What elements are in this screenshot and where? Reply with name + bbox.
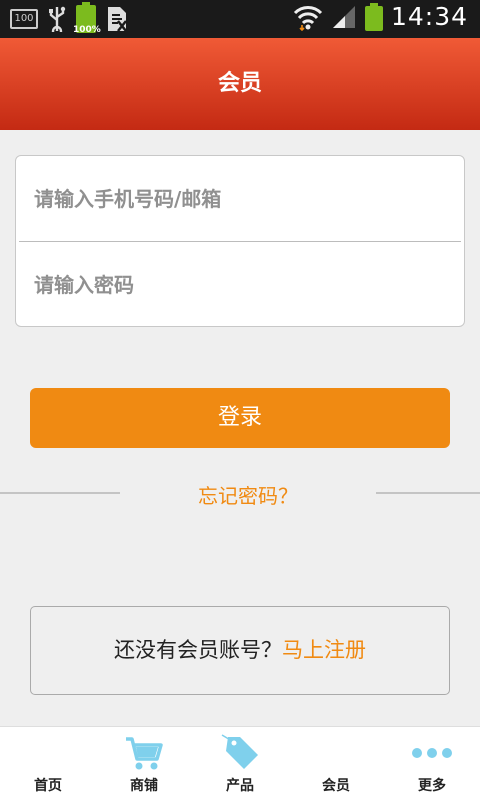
- login-form: [15, 155, 465, 327]
- app-header: 会员: [0, 38, 480, 130]
- password-field-wrapper: [16, 242, 464, 327]
- battery-small-label: 100%: [73, 25, 101, 35]
- tab-home-label: 首页: [34, 778, 62, 794]
- login-button[interactable]: 登录: [30, 388, 450, 448]
- bottom-tab-bar: 首页 商铺 产品 会员 更多: [0, 726, 480, 800]
- tab-products[interactable]: 产品: [192, 727, 288, 800]
- register-prompt: 还没有会员账号？: [114, 638, 282, 662]
- forgot-password-row: 忘记密码？: [0, 476, 480, 510]
- tab-shops[interactable]: 商铺: [96, 727, 192, 800]
- wifi-icon: [293, 5, 323, 31]
- tab-more[interactable]: 更多: [384, 727, 480, 800]
- tab-home[interactable]: 首页: [0, 727, 96, 800]
- signal-icon: [332, 5, 355, 28]
- tab-more-label: 更多: [418, 778, 446, 794]
- divider-right: [376, 492, 480, 494]
- usb-icon: [49, 6, 66, 32]
- tab-products-label: 产品: [226, 778, 254, 794]
- status-bar: 100 100% 14:34: [0, 0, 480, 38]
- document-icon: [108, 7, 127, 32]
- forgot-password-link[interactable]: 忘记密码？: [120, 480, 376, 509]
- status-left-icons: 100 100%: [10, 2, 128, 35]
- tab-member-label: 会员: [322, 778, 350, 794]
- notification-count-icon: 100: [10, 9, 38, 29]
- tab-shops-label: 商铺: [130, 778, 158, 794]
- tab-member[interactable]: 会员: [288, 727, 384, 800]
- divider-left: [0, 492, 120, 494]
- phone-email-input[interactable]: [16, 156, 464, 241]
- page-title: 会员: [217, 71, 262, 96]
- more-dots-icon: [412, 748, 452, 758]
- register-box[interactable]: 还没有会员账号？马上注册: [30, 606, 450, 695]
- status-right-icons: 14:34: [293, 2, 468, 31]
- battery-full-icon: 100%: [73, 2, 101, 35]
- register-link[interactable]: 马上注册: [282, 638, 366, 662]
- phone-email-field-wrapper: [16, 156, 464, 241]
- shopping-cart-icon: [126, 737, 163, 770]
- battery-icon: [364, 2, 383, 31]
- password-input[interactable]: [16, 242, 464, 327]
- sale-tag-icon: [221, 734, 258, 769]
- clock: 14:34: [390, 2, 468, 31]
